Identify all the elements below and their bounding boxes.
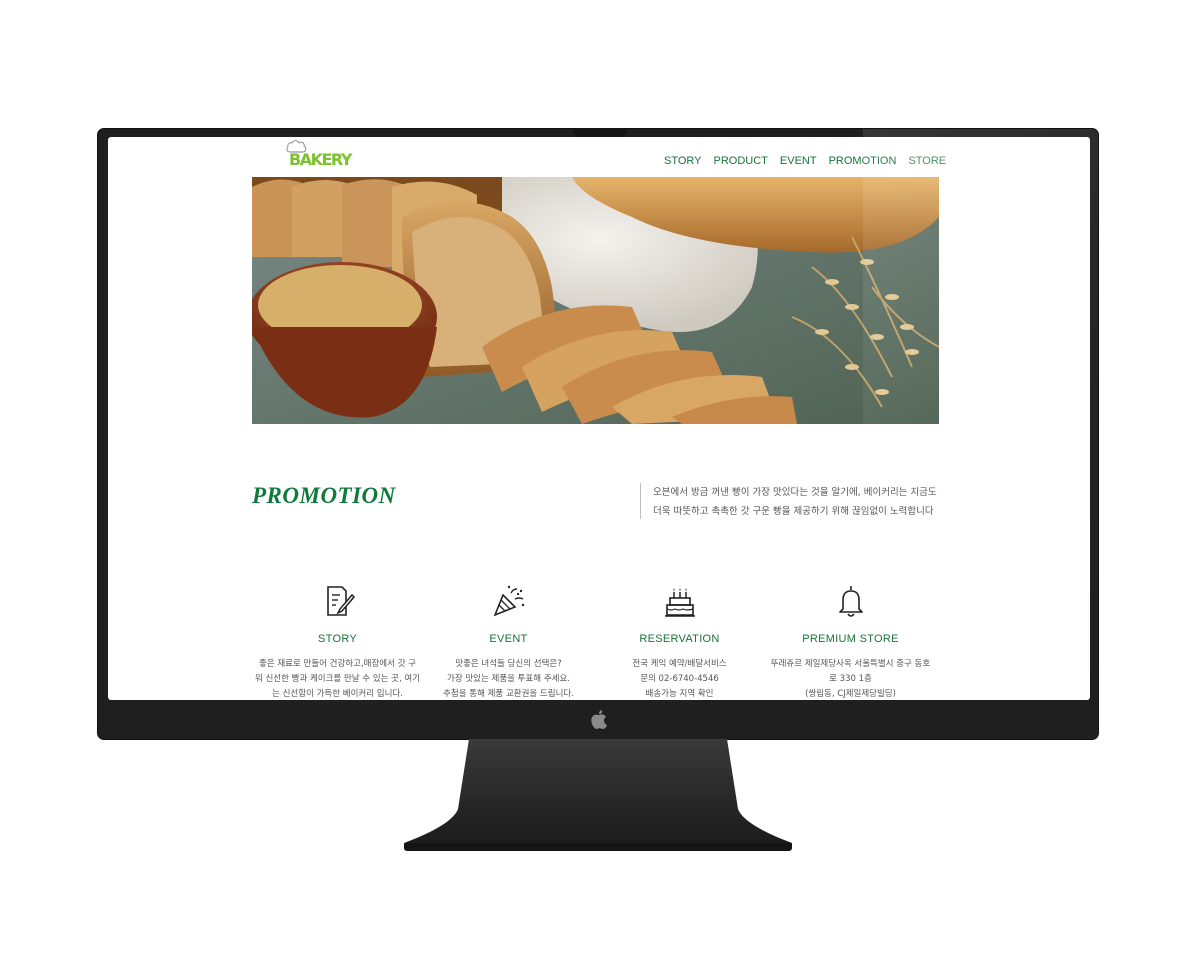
feature-list: STORY 좋은 재료로 만들어 건강하고,매장에서 갓 구 워 신선한 빵과 … [252,583,939,700]
feature-text-line: 는 신선함이 가득한 베이커리 입니다. [272,689,403,699]
promotion-description-line: 오븐에서 방금 꺼낸 빵이 가장 맛있다는 것을 알기에, 베이커리는 지금도 [653,487,937,498]
feature-text-line: 추첨을 통해 제품 교환권을 드립니다. [443,689,574,699]
promotion-description: 오븐에서 방금 꺼낸 빵이 가장 맛있다는 것을 알기에, 베이커리는 지금도 … [640,483,937,519]
nav-store[interactable]: STORE [908,155,946,167]
feature-title: RESERVATION [639,633,720,645]
hero-bread-image [252,177,939,424]
feature-text-line: 뚜레쥬르 제일제당사옥 서울특별시 중구 동호 [770,659,931,669]
feature-text-line: 좋은 재료로 만들어 건강하고,매장에서 갓 구 [259,659,416,669]
feature-text-line: 맛좋은 녀석들 당신의 선택은? [455,659,562,669]
feature-title: EVENT [489,633,528,645]
feature-text: 전국 케익 예약/배달서비스 문의 02-6740-4546 배송가능 지역 확… [594,657,765,700]
feature-text-line: (쌍림동, CJ제일제당빌딩) [805,689,896,699]
feature-title: STORY [318,633,357,645]
promotion-description-line: 더욱 따뜻하고 촉촉한 갓 구운 빵을 제공하기 위해 끊임없이 노력합니다 [653,506,934,517]
hero-bread-illustration [252,177,939,424]
document-pen-icon [326,586,355,616]
feature-text-line: 전국 케익 예약/배달서비스 [632,659,727,669]
monitor-frame: BAKERY STORY PRODUCT EVENT PROMOTION STO… [98,129,1098,739]
feature-reservation[interactable]: RESERVATION 전국 케익 예약/배달서비스 문의 02-6740-45… [594,583,765,700]
party-popper-icon [493,585,524,617]
apple-logo-icon [591,710,607,729]
camera-notch [573,129,627,137]
monitor-stand [404,739,792,851]
feature-text: 좋은 재료로 만들어 건강하고,매장에서 갓 구 워 신선한 빵과 케이크를 만… [252,657,423,700]
nav-story[interactable]: STORY [664,155,702,167]
birthday-cake-icon [664,588,695,617]
feature-text-line: 가장 맛있는 제품을 투표해 주세요. [447,674,570,684]
promotion-title: PROMOTION [252,483,396,508]
nav-product[interactable]: PRODUCT [714,155,768,167]
monitor-screen: BAKERY STORY PRODUCT EVENT PROMOTION STO… [108,137,1090,700]
logo-wordmark: BAKERY [289,150,352,170]
feature-premium-store[interactable]: PREMIUM STORE 뚜레쥬르 제일제당사옥 서울특별시 중구 동호 로 … [765,583,936,700]
bakery-logo[interactable]: BAKERY [286,140,356,170]
feature-text: 맛좋은 녀석들 당신의 선택은? 가장 맛있는 제품을 투표해 주세요. 추첨을… [423,657,594,700]
feature-text-line: 로 330 1층 [829,674,872,684]
feature-event[interactable]: EVENT 맛좋은 녀석들 당신의 선택은? 가장 맛있는 제품을 투표해 주세… [423,583,594,700]
logo-wordmark-text: BAKERY [289,150,352,169]
nav-event[interactable]: EVENT [780,155,817,167]
feature-text-line: 배송가능 지역 확인 [645,689,714,699]
feature-story[interactable]: STORY 좋은 재료로 만들어 건강하고,매장에서 갓 구 워 신선한 빵과 … [252,583,423,700]
main-nav: STORY PRODUCT EVENT PROMOTION STORE [664,155,958,167]
feature-text-line: 워 신선한 빵과 케이크를 만날 수 있는 곳, 여기 [254,674,421,684]
feature-text: 뚜레쥬르 제일제당사옥 서울특별시 중구 동호 로 330 1층 (쌍림동, C… [765,657,936,700]
feature-text-line: 문의 02-6740-4546 [640,674,719,684]
bell-icon [838,586,863,617]
nav-promotion[interactable]: PROMOTION [829,155,897,167]
feature-title: PREMIUM STORE [802,633,899,645]
